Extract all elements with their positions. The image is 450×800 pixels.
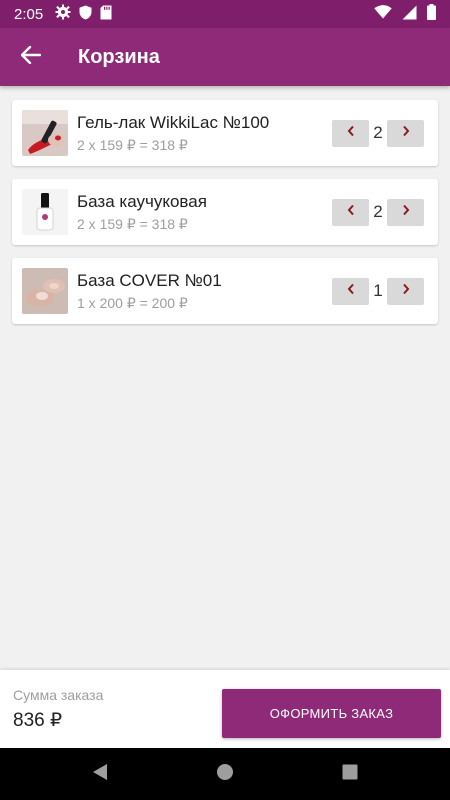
quantity-stepper: 2 [332,119,424,147]
increase-button[interactable] [387,277,424,305]
chevron-right-icon [402,282,410,300]
nav-home-button[interactable] [163,748,288,800]
page-title: Корзина [78,45,160,68]
quantity-value: 2 [373,123,383,142]
quantity-value: 1 [373,281,383,300]
chevron-right-icon [402,124,410,142]
cart-item[interactable]: База COVER №01 1 x 200 ₽ = 200 ₽ 1 [12,258,438,324]
gear-icon [55,4,71,24]
increase-button[interactable] [387,198,424,226]
decrease-button[interactable] [332,277,369,305]
decrease-button[interactable] [332,198,369,226]
chevron-right-icon [402,203,410,221]
nav-recents-button[interactable] [288,748,413,800]
shield-icon [79,5,92,24]
sd-card-icon [100,5,112,24]
order-sum-label: Сумма заказа [13,687,104,703]
cart-list: Гель-лак WikkiLac №100 2 x 159 ₽ = 318 ₽… [12,100,438,337]
increase-button[interactable] [387,119,424,147]
status-time: 2:05 [14,5,44,23]
nav-back-button[interactable] [38,748,163,800]
product-name: База каучуковая [77,192,207,211]
chevron-left-icon [347,124,355,142]
app-bar: Корзина [0,28,450,86]
back-button[interactable] [0,28,62,86]
status-bar: 2:05 [0,0,450,28]
cart-item[interactable]: База каучуковая 2 x 159 ₽ = 318 ₽ 2 [12,179,438,245]
product-image [22,110,68,156]
order-summary-bar: Сумма заказа 836 ₽ ОФОРМИТЬ ЗАКАЗ [0,670,450,748]
quantity-stepper: 2 [332,198,424,226]
order-sum-value: 836 ₽ [13,710,63,731]
place-order-button[interactable]: ОФОРМИТЬ ЗАКАЗ [222,689,441,738]
product-name: База COVER №01 [77,271,222,290]
system-nav-bar [0,748,450,800]
product-image [22,189,68,235]
product-name: Гель-лак WikkiLac №100 [77,113,270,132]
battery-icon [427,4,436,24]
triangle-back-icon [92,763,108,786]
product-image [22,268,68,314]
product-price-line: 2 x 159 ₽ = 318 ₽ [77,216,188,232]
quantity-value: 2 [373,202,383,221]
quantity-stepper: 1 [332,277,424,305]
wifi-icon [374,5,392,23]
product-price-line: 1 x 200 ₽ = 200 ₽ [77,295,188,311]
decrease-button[interactable] [332,119,369,147]
product-price-line: 2 x 159 ₽ = 318 ₽ [77,137,188,153]
chevron-left-icon [347,203,355,221]
cart-item[interactable]: Гель-лак WikkiLac №100 2 x 159 ₽ = 318 ₽… [12,100,438,166]
circle-home-icon [216,763,234,786]
chevron-left-icon [347,282,355,300]
arrow-back-icon [20,45,42,69]
signal-icon [402,5,417,24]
square-recents-icon [342,764,358,785]
